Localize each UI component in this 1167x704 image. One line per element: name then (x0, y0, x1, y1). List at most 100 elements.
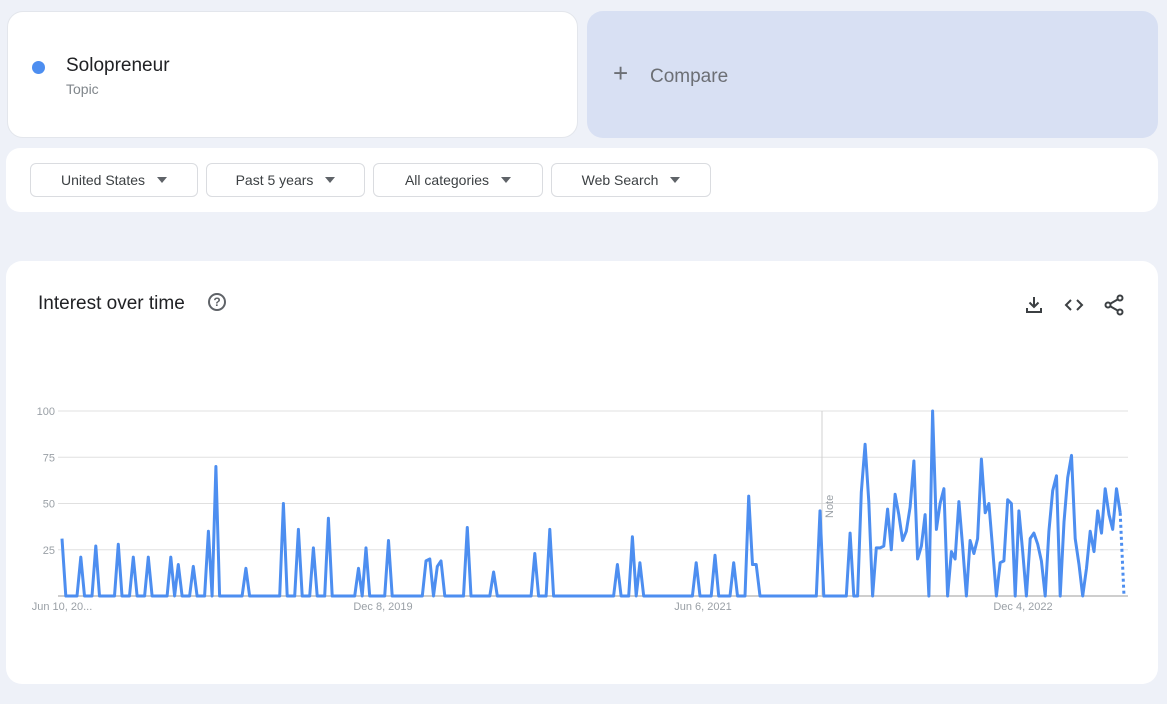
data-point[interactable] (281, 502, 285, 506)
data-point[interactable] (998, 561, 1002, 565)
data-point[interactable] (747, 494, 751, 498)
data-point[interactable] (979, 457, 983, 461)
data-point[interactable] (135, 594, 139, 598)
data-point[interactable] (758, 594, 762, 598)
data-point[interactable] (687, 594, 691, 598)
data-point[interactable] (79, 555, 83, 559)
data-point[interactable] (1017, 509, 1021, 513)
data-point[interactable] (1032, 531, 1036, 535)
data-point[interactable] (660, 594, 664, 598)
data-point[interactable] (518, 594, 522, 598)
data-point[interactable] (679, 594, 683, 598)
data-point[interactable] (537, 594, 541, 598)
data-point[interactable] (349, 594, 353, 598)
data-point[interactable] (510, 594, 514, 598)
data-point[interactable] (769, 594, 773, 598)
data-point[interactable] (822, 594, 826, 598)
data-point[interactable] (308, 594, 312, 598)
data-point[interactable] (113, 594, 117, 598)
data-point[interactable] (338, 594, 342, 598)
data-point[interactable] (251, 594, 255, 598)
data-point[interactable] (961, 544, 965, 548)
data-point[interactable] (221, 594, 225, 598)
data-point[interactable] (507, 594, 511, 598)
data-point[interactable] (811, 594, 815, 598)
data-point[interactable] (1081, 594, 1085, 598)
data-point[interactable] (709, 594, 713, 598)
data-point[interactable] (923, 513, 927, 517)
data-point[interactable] (480, 594, 484, 598)
data-point[interactable] (184, 594, 188, 598)
data-point[interactable] (413, 594, 417, 598)
data-point[interactable] (1111, 527, 1115, 531)
data-point[interactable] (529, 594, 533, 598)
data-point[interactable] (488, 594, 492, 598)
data-point[interactable] (469, 594, 473, 598)
data-point[interactable] (522, 594, 526, 598)
data-point[interactable] (724, 594, 728, 598)
data-point[interactable] (833, 594, 837, 598)
data-point[interactable] (90, 594, 94, 598)
data-point[interactable] (360, 594, 364, 598)
data-point[interactable] (863, 442, 867, 446)
data-point[interactable] (300, 594, 304, 598)
data-point[interactable] (353, 594, 357, 598)
data-point[interactable] (1058, 594, 1062, 598)
data-point[interactable] (1024, 594, 1028, 598)
data-point[interactable] (173, 594, 177, 598)
data-point[interactable] (383, 594, 387, 598)
data-point[interactable] (912, 459, 916, 463)
data-point[interactable] (702, 594, 706, 598)
data-point[interactable] (1043, 594, 1047, 598)
data-point[interactable] (109, 594, 113, 598)
data-point[interactable] (1047, 529, 1051, 533)
data-point[interactable] (203, 594, 207, 598)
data-point[interactable] (206, 529, 210, 533)
data-point[interactable] (570, 594, 574, 598)
data-point[interactable] (375, 594, 379, 598)
data-point[interactable] (807, 594, 811, 598)
data-point[interactable] (533, 552, 537, 556)
data-point[interactable] (623, 594, 627, 598)
data-point[interactable] (972, 552, 976, 556)
data-point[interactable] (991, 548, 995, 552)
data-point[interactable] (199, 594, 203, 598)
data-point[interactable] (285, 594, 289, 598)
data-point[interactable] (180, 594, 184, 598)
data-point[interactable] (345, 594, 349, 598)
data-point[interactable] (218, 594, 222, 598)
data-point[interactable] (694, 561, 698, 565)
data-point[interactable] (957, 500, 961, 504)
data-point[interactable] (792, 594, 796, 598)
data-point[interactable] (784, 594, 788, 598)
data-point[interactable] (897, 513, 901, 517)
data-point[interactable] (165, 594, 169, 598)
data-point[interactable] (668, 594, 672, 598)
data-point[interactable] (477, 594, 481, 598)
data-point[interactable] (803, 594, 807, 598)
data-point[interactable] (372, 594, 376, 598)
data-point[interactable] (934, 527, 938, 531)
data-point[interactable] (672, 594, 676, 598)
data-point[interactable] (683, 594, 687, 598)
data-point[interactable] (717, 594, 721, 598)
data-point[interactable] (690, 594, 694, 598)
data-point[interactable] (563, 594, 567, 598)
data-point[interactable] (1073, 537, 1077, 541)
data-point[interactable] (454, 594, 458, 598)
data-point[interactable] (1009, 502, 1013, 506)
data-point[interactable] (443, 594, 447, 598)
data-point[interactable] (124, 594, 128, 598)
data-point[interactable] (904, 529, 908, 533)
data-point[interactable] (589, 594, 593, 598)
data-point[interactable] (938, 502, 942, 506)
data-point[interactable] (698, 594, 702, 598)
data-point[interactable] (664, 594, 668, 598)
data-point[interactable] (402, 594, 406, 598)
data-point[interactable] (169, 555, 173, 559)
data-point[interactable] (341, 594, 345, 598)
data-point[interactable] (94, 544, 98, 548)
data-point[interactable] (60, 537, 64, 541)
data-point[interactable] (942, 487, 946, 491)
data-point[interactable] (630, 535, 634, 539)
